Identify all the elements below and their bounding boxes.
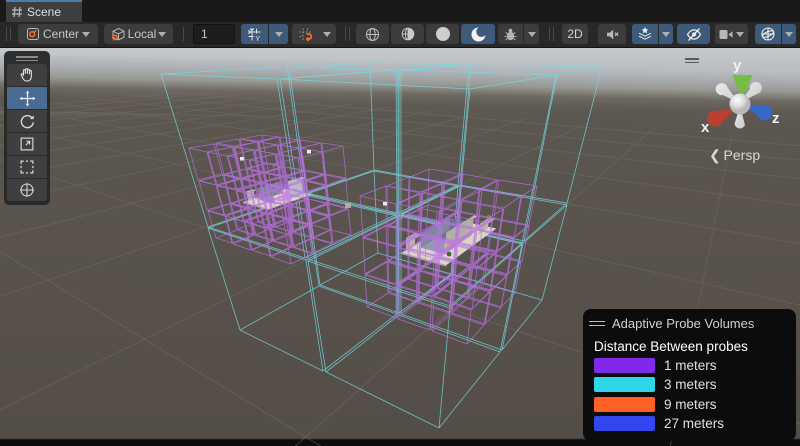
svg-text:z: z: [772, 110, 780, 127]
svg-text:y: y: [733, 57, 742, 74]
svg-text:x: x: [701, 119, 710, 136]
